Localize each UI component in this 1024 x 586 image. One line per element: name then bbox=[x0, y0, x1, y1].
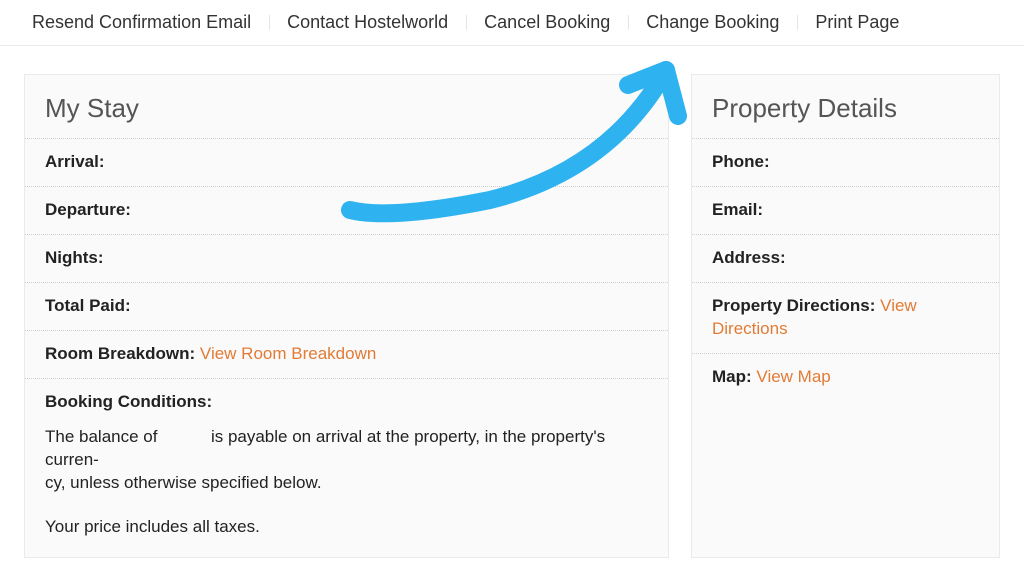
directions-row: Property Directions: View Directions bbox=[692, 282, 999, 353]
booking-conditions-label: Booking Conditions: bbox=[45, 392, 212, 411]
print-page-link[interactable]: Print Page bbox=[797, 12, 917, 33]
property-details-panel: Property Details Phone: Email: Address: … bbox=[691, 74, 1000, 558]
booking-conditions-row: Booking Conditions: bbox=[25, 378, 668, 426]
booking-conditions-text-1: The balance of is payable on arrival at … bbox=[25, 426, 668, 513]
my-stay-title: My Stay bbox=[25, 75, 668, 138]
conditions-1a: The balance of bbox=[45, 427, 157, 446]
booking-conditions-text-2: Your price includes all taxes. bbox=[25, 512, 668, 557]
phone-row: Phone: bbox=[692, 138, 999, 186]
departure-row: Departure: bbox=[25, 186, 668, 234]
room-breakdown-row: Room Breakdown: View Room Breakdown bbox=[25, 330, 668, 378]
conditions-1c: cy, unless otherwise specified below. bbox=[45, 473, 322, 492]
address-row: Address: bbox=[692, 234, 999, 282]
cancel-booking-link[interactable]: Cancel Booking bbox=[466, 12, 628, 33]
resend-confirmation-link[interactable]: Resend Confirmation Email bbox=[14, 12, 269, 33]
room-breakdown-link[interactable]: View Room Breakdown bbox=[200, 344, 376, 363]
total-paid-label: Total Paid: bbox=[45, 296, 131, 315]
arrival-label: Arrival: bbox=[45, 152, 105, 171]
total-paid-row: Total Paid: bbox=[25, 282, 668, 330]
nights-label: Nights: bbox=[45, 248, 104, 267]
map-row: Map: View Map bbox=[692, 353, 999, 401]
content-area: My Stay Arrival: Departure: Nights: Tota… bbox=[0, 46, 1024, 586]
my-stay-panel: My Stay Arrival: Departure: Nights: Tota… bbox=[24, 74, 669, 558]
nights-row: Nights: bbox=[25, 234, 668, 282]
phone-label: Phone: bbox=[712, 152, 770, 171]
arrival-row: Arrival: bbox=[25, 138, 668, 186]
departure-label: Departure: bbox=[45, 200, 131, 219]
room-breakdown-label: Room Breakdown: bbox=[45, 344, 195, 363]
property-details-title: Property Details bbox=[692, 75, 999, 138]
view-map-link[interactable]: View Map bbox=[756, 367, 830, 386]
contact-hostelworld-link[interactable]: Contact Hostelworld bbox=[269, 12, 466, 33]
email-label: Email: bbox=[712, 200, 763, 219]
action-bar: Resend Confirmation Email Contact Hostel… bbox=[0, 0, 1024, 46]
map-label: Map: bbox=[712, 367, 752, 386]
address-label: Address: bbox=[712, 248, 786, 267]
email-row: Email: bbox=[692, 186, 999, 234]
change-booking-link[interactable]: Change Booking bbox=[628, 12, 797, 33]
directions-label: Property Directions: bbox=[712, 296, 875, 315]
